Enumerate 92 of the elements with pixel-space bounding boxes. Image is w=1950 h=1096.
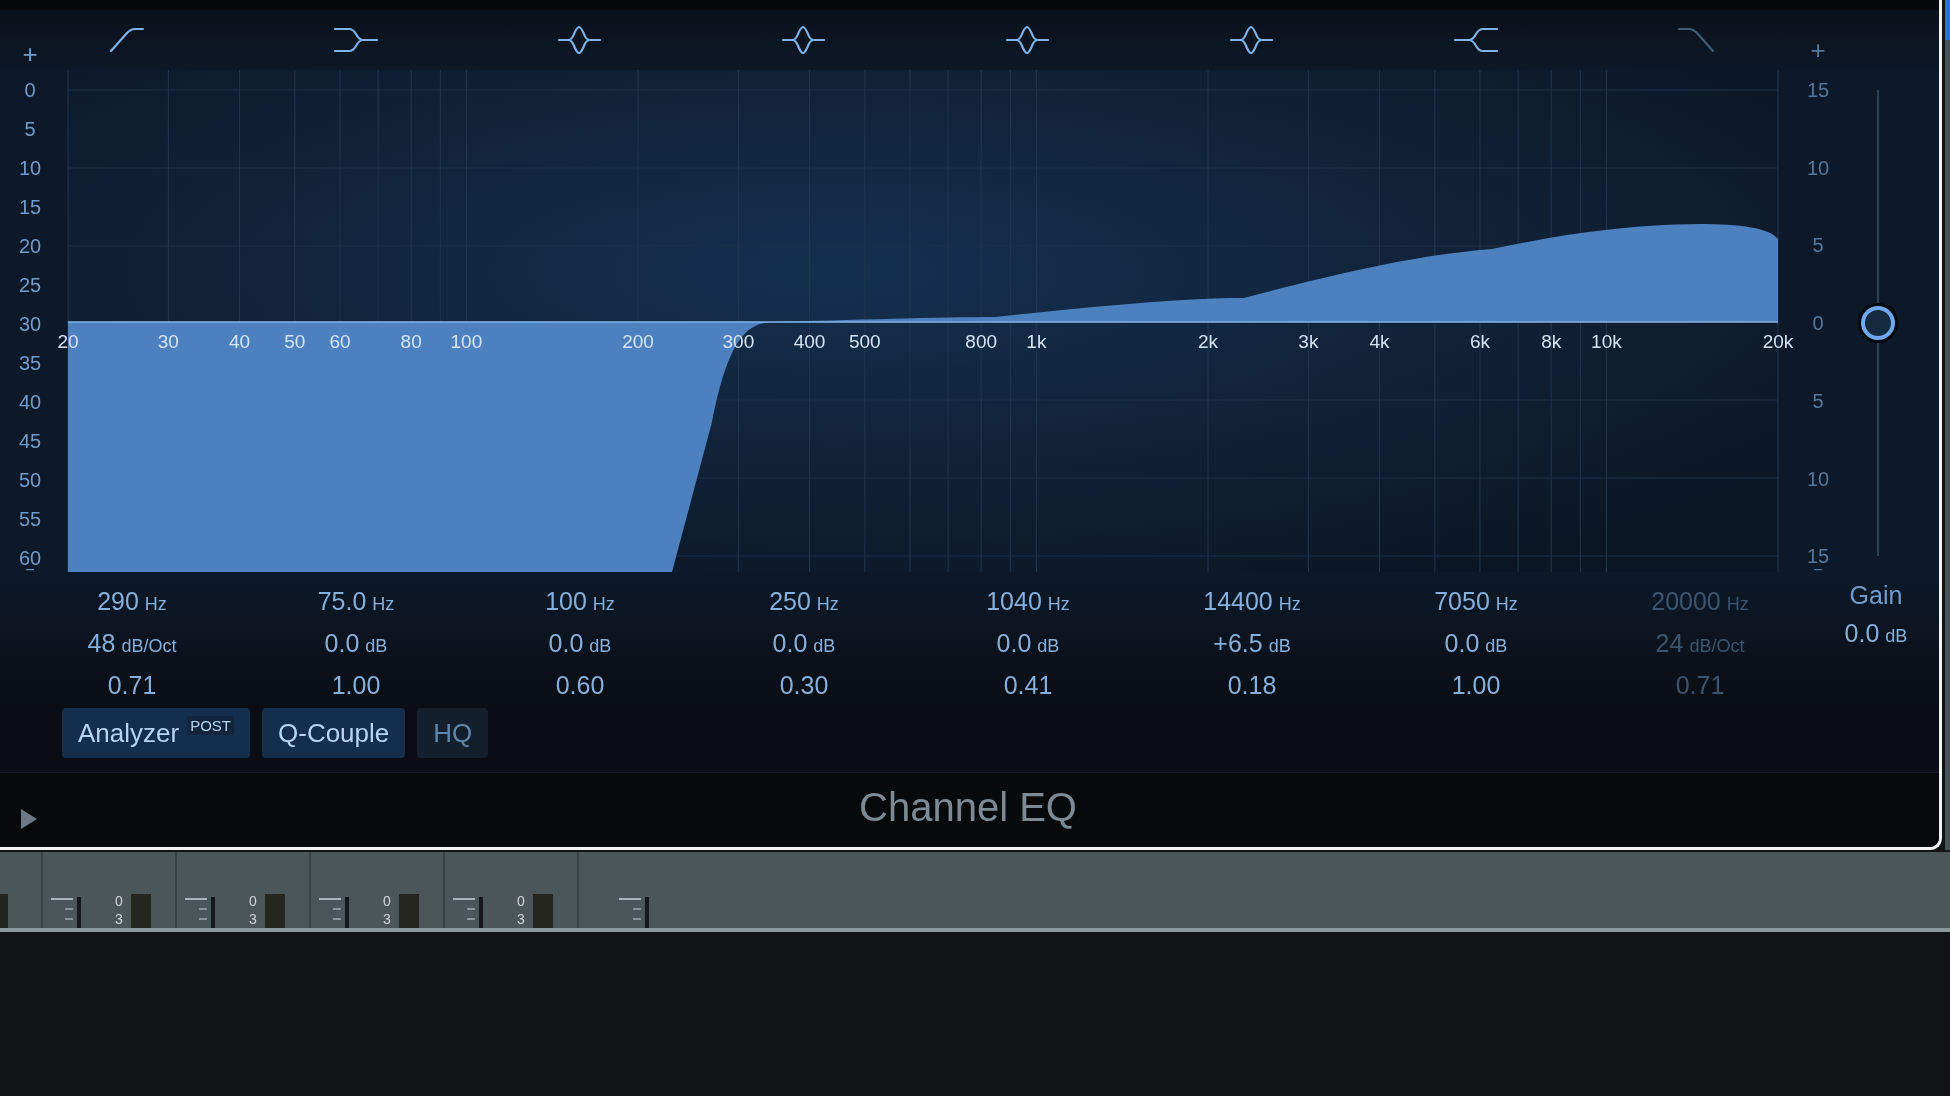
fader-icon[interactable] — [453, 894, 485, 928]
play-icon[interactable] — [21, 809, 37, 829]
level-meter — [0, 894, 8, 928]
analyzer-scale-label: 0 — [24, 80, 36, 100]
fader-icon[interactable] — [619, 894, 651, 928]
fader-icon[interactable] — [319, 894, 351, 928]
meter-scale-label: 0 — [517, 892, 525, 910]
analyzer-scale-label: 45 — [18, 431, 42, 451]
level-meter — [265, 894, 285, 928]
analyzer-scale-label: 50 — [18, 470, 42, 490]
meter-scale-label: 0 — [115, 892, 123, 910]
bell-filter-icon[interactable] — [1228, 24, 1276, 56]
frequency-label: 800 — [965, 331, 997, 353]
q-value[interactable]: 0.60 — [555, 670, 605, 700]
gain-scale-label: 10 — [1806, 157, 1830, 178]
q-value[interactable]: 0.30 — [779, 670, 829, 700]
frequency-label: 80 — [400, 331, 422, 353]
meter-scale-label: 0 — [383, 892, 391, 910]
analyzer-scale-label: 40 — [18, 392, 42, 412]
frequency-label: 10k — [1591, 331, 1622, 353]
frequency-label: 40 — [229, 331, 251, 353]
analyzer-scale-label: 55 — [18, 509, 42, 529]
frequency-value[interactable]: 100 Hz — [545, 586, 615, 619]
frequency-label: 400 — [793, 331, 826, 353]
frequency-label: 20 — [57, 331, 79, 353]
fader-icon[interactable] — [51, 894, 83, 928]
frequency-label: 6k — [1469, 331, 1490, 353]
meter-scale-label: 3 — [517, 910, 525, 928]
q-value[interactable]: 0.71 — [107, 670, 157, 700]
gain-value[interactable]: 0.0 dB — [1844, 618, 1908, 651]
gain-scale-label: 10 — [1806, 468, 1830, 489]
bell-filter-icon[interactable] — [1004, 24, 1052, 56]
gain-value[interactable]: 0.0 dB — [324, 628, 388, 661]
frequency-value[interactable]: 290 Hz — [97, 586, 167, 619]
gain-value[interactable]: +6.5 dB — [1213, 628, 1291, 661]
frequency-label: 8k — [1541, 331, 1562, 353]
frequency-label: 50 — [284, 331, 306, 353]
frequency-label: 1k — [1026, 331, 1047, 353]
gain-value[interactable]: 0.0 dB — [996, 628, 1060, 661]
frequency-value[interactable]: 7050 Hz — [1434, 586, 1518, 619]
gain-scale-label: 0 — [1812, 313, 1824, 334]
frequency-label: 4k — [1369, 331, 1390, 353]
analyzer-scale-label: 5 — [24, 119, 36, 139]
post-badge: POST — [187, 716, 234, 735]
gain-scale-label: 5 — [1812, 390, 1824, 411]
meter-scale-label: 3 — [383, 910, 391, 928]
frequency-value[interactable]: 1040 Hz — [986, 586, 1070, 619]
frequency-label: 100 — [450, 331, 483, 353]
analyzer-scale-label: 30 — [18, 314, 42, 334]
gain-plus: + — [1810, 40, 1826, 60]
frequency-value[interactable]: 14400 Hz — [1203, 586, 1301, 619]
bell-filter-icon[interactable] — [556, 24, 604, 56]
q-value[interactable]: 0.18 — [1227, 670, 1277, 700]
frequency-label: 3k — [1298, 331, 1319, 353]
frequency-value[interactable]: 75.0 Hz — [317, 586, 395, 619]
frequency-label: 2k — [1197, 331, 1219, 353]
meter-scale-label: 3 — [249, 910, 257, 928]
meter-scale-label: 0 — [249, 892, 257, 910]
frequency-label: 30 — [157, 331, 179, 353]
gain-scale-label: 15 — [1806, 546, 1830, 567]
analyzer-scale-label: 35 — [18, 353, 42, 373]
q-value[interactable]: 1.00 — [1451, 670, 1501, 700]
toggle-button[interactable]: HQ — [417, 708, 489, 758]
gain-value[interactable]: 0.0 dB — [772, 628, 836, 661]
gain-scale-label: 15 — [1806, 80, 1830, 100]
analyzer-scale-label: 15 — [18, 197, 42, 217]
q-value[interactable]: 0.41 — [1003, 670, 1053, 700]
gain-value[interactable]: 0.0 dB — [1444, 628, 1508, 661]
meter-scale-label: 3 — [115, 910, 123, 928]
bell-filter-icon[interactable] — [780, 24, 828, 56]
frequency-label: 60 — [329, 331, 351, 353]
fader-icon[interactable] — [185, 894, 217, 928]
frequency-label: 500 — [848, 331, 881, 353]
level-meter — [533, 894, 553, 928]
gain-value[interactable]: 0.0 dB — [548, 628, 612, 661]
frequency-label: 200 — [622, 331, 654, 353]
frequency-label: 20k — [1762, 331, 1794, 353]
level-meter — [399, 894, 419, 928]
gain-label: Gain — [1849, 580, 1903, 610]
analyzer-scale-label: 20 — [18, 236, 42, 256]
gain-value[interactable]: 48 dB/Oct — [87, 628, 177, 661]
analyzer-plus: + — [22, 44, 38, 64]
toggle-button[interactable]: Q-Couple — [262, 708, 406, 758]
frequency-label: 300 — [722, 331, 755, 353]
analyzer-scale-label: 25 — [18, 275, 42, 295]
plugin-title: Channel EQ — [859, 785, 1077, 830]
q-value[interactable]: 1.00 — [331, 670, 381, 700]
gain-scale-label: 5 — [1812, 235, 1824, 256]
analyzer-scale-label: 10 — [18, 158, 42, 178]
toggle-button[interactable]: Analyzer POST — [62, 708, 250, 758]
level-meter — [131, 894, 151, 928]
frequency-value[interactable]: 250 Hz — [769, 586, 839, 619]
